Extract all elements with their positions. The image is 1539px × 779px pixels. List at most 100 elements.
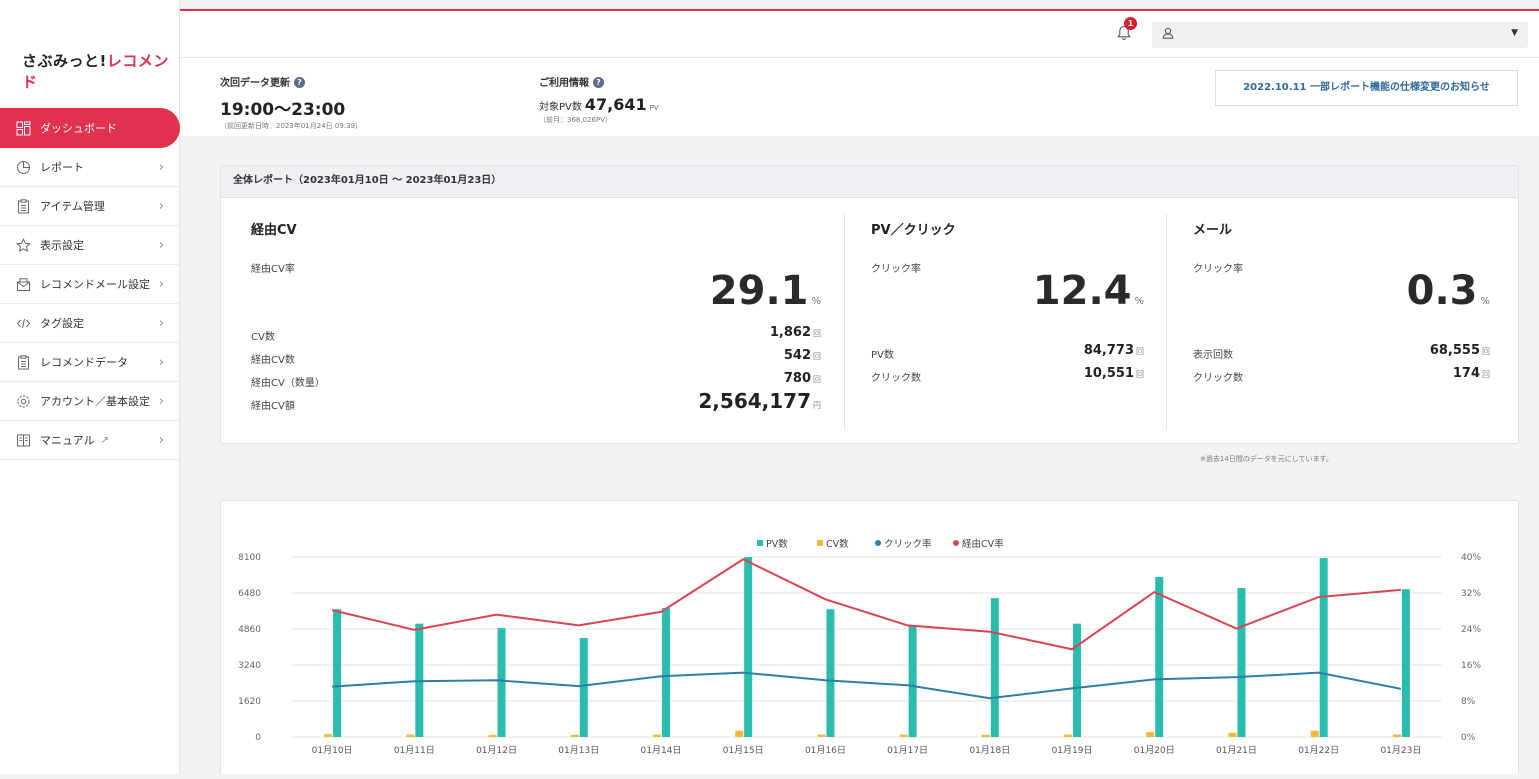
gear-icon xyxy=(14,393,32,409)
mail-rate-label: クリック率 xyxy=(1193,264,1243,275)
usage-value: 47,641 xyxy=(584,95,647,114)
pv-bar xyxy=(579,638,588,737)
pv-bar xyxy=(908,625,917,737)
cv-rate-value: 29.1% xyxy=(709,268,821,314)
clipboard-icon xyxy=(14,354,32,370)
x-tick-label: 01月17日 xyxy=(887,745,928,756)
sidebar-item-1[interactable]: レポート › xyxy=(0,148,180,187)
chevron-down-icon: ▼ xyxy=(1511,28,1518,38)
usage-pv: 対象PV数 47,641 PV xyxy=(539,95,659,114)
user-account-select[interactable]: ▼ xyxy=(1152,22,1528,48)
cv-bar xyxy=(899,734,908,737)
mail-column: メール クリック率 0.3% 表示回数 68,555 回クリック数 174 回 xyxy=(1163,198,1499,444)
pie-chart-icon xyxy=(14,159,32,175)
sidebar-item-label: アカウント／基本設定 xyxy=(40,395,150,408)
x-tick-label: 01月10日 xyxy=(312,745,353,756)
legend-label: 経由CV率 xyxy=(962,538,1004,550)
sidebar-item-8[interactable]: マニュアル ↗ › xyxy=(0,421,180,460)
cv-bar xyxy=(1228,732,1237,737)
mail-row-label: 表示回数 xyxy=(1193,350,1233,361)
last-update-note: （前回更新日時：2023年01月24日 09:39） xyxy=(220,122,363,130)
cv-row-value: 2,564,177 円 xyxy=(698,389,821,413)
top-header: 1 ▼ xyxy=(180,11,1539,58)
pv-bar xyxy=(826,609,835,737)
sidebar-item-7[interactable]: アカウント／基本設定 › xyxy=(0,382,180,421)
y-left-tick: 6480 xyxy=(238,589,261,599)
star-icon xyxy=(14,237,32,253)
mail-row-value: 68,555 回 xyxy=(1429,343,1490,358)
y-left-tick: 4860 xyxy=(238,625,261,635)
legend-label: CV数 xyxy=(826,538,849,550)
chevron-right-icon: › xyxy=(158,393,164,409)
cv-bar xyxy=(406,734,415,737)
cv-bar xyxy=(1310,730,1319,737)
clipboard-icon xyxy=(14,198,32,214)
sidebar-item-6[interactable]: レコメンドデータ › xyxy=(0,343,180,382)
help-icon[interactable]: ? xyxy=(294,77,305,88)
x-tick-label: 01月20日 xyxy=(1134,745,1175,756)
pv-rate-label: クリック率 xyxy=(871,264,921,275)
y-right-tick: 32% xyxy=(1461,589,1481,599)
mail-row-value: 174 回 xyxy=(1452,366,1490,381)
chevron-right-icon: › xyxy=(158,354,164,370)
daily-chart: 0 1620 3240 4860 6480 8100 0% 8% 16% 24% 32% 40% 01月… xyxy=(238,538,1481,756)
cv-bar xyxy=(1064,734,1073,737)
x-tick-label: 01月18日 xyxy=(969,745,1010,756)
cv-bar xyxy=(1392,734,1401,737)
code-icon xyxy=(14,315,32,331)
usage-previous-month: （前月：368,026PV） xyxy=(539,116,612,124)
x-tick-label: 01月12日 xyxy=(476,745,517,756)
sidebar-item-0[interactable]: ダッシュボード xyxy=(0,108,180,148)
cv-bar xyxy=(652,734,661,737)
next-update-value: 19:00～23:00 xyxy=(220,100,346,120)
cv-bar xyxy=(570,734,579,737)
x-tick-label: 01月19日 xyxy=(1052,745,1093,756)
legend-label: PV数 xyxy=(766,538,788,550)
sidebar-item-5[interactable]: タグ設定 › xyxy=(0,304,180,343)
x-tick-label: 01月21日 xyxy=(1216,745,1257,756)
next-update-block: 次回データ更新? 19:00～23:00 （前回更新日時：2023年01月24日… xyxy=(220,74,362,131)
y-right-tick: 0% xyxy=(1461,733,1476,743)
pv-bar xyxy=(661,608,670,737)
sidebar-item-label: レポート xyxy=(40,161,84,174)
daily-chart-card: 0 1620 3240 4860 6480 8100 0% 8% 16% 24% 32% 40% 01月… xyxy=(220,500,1519,774)
pv-bar xyxy=(497,628,506,737)
sidebar-item-label: マニュアル xyxy=(40,434,95,447)
sidebar-item-label: アイテム管理 xyxy=(40,200,105,213)
pv-column: PV／クリック クリック率 12.4% PV数 84,773 回クリック数 10,55… xyxy=(841,198,1166,444)
mail-title: メール xyxy=(1193,223,1233,238)
chevron-right-icon: › xyxy=(158,198,164,214)
mail-rate-value: 0.3% xyxy=(1406,268,1490,314)
notice-link[interactable]: 2022.10.11 一部レポート機能の仕様変更のお知らせ xyxy=(1215,70,1518,106)
pv-row-value: 10,551 回 xyxy=(1083,366,1144,381)
pv-bar xyxy=(333,609,342,737)
pv-bar xyxy=(1155,577,1164,737)
app-logo[interactable]: さぶみっと!レコメンド xyxy=(22,50,179,92)
pv-bar xyxy=(990,598,999,737)
report-title: 全体レポート（2023年01月10日 ～ 2023年01月23日） xyxy=(221,166,1518,198)
pv-bar xyxy=(744,557,753,737)
cv-bar xyxy=(981,734,990,737)
cv-bar xyxy=(1146,731,1155,737)
pv-row-value: 84,773 回 xyxy=(1083,343,1144,358)
sidebar-nav: ダッシュボード レポート › アイテム管理 › 表示設定 › レコメンドメール設定 › タグ設定 ›… xyxy=(0,108,180,460)
sidebar: さぶみっと!レコメンド ダッシュボード レポート › アイテム管理 › 表示設定 › レコメン… xyxy=(0,0,180,774)
user-icon xyxy=(1162,27,1174,42)
sidebar-item-label: タグ設定 xyxy=(40,317,84,330)
y-right-tick: 16% xyxy=(1461,661,1481,671)
legend-swatch xyxy=(953,540,959,546)
pv-bar xyxy=(1237,588,1246,737)
sidebar-item-3[interactable]: 表示設定 › xyxy=(0,226,180,265)
cv-rate-label: 経由CV率 xyxy=(251,264,295,275)
info-strip: 次回データ更新? 19:00～23:00 （前回更新日時：2023年01月24日… xyxy=(180,58,1539,136)
help-icon[interactable]: ? xyxy=(593,77,604,88)
cv-row-label: CV数 xyxy=(251,332,275,343)
sidebar-item-2[interactable]: アイテム管理 › xyxy=(0,187,180,226)
y-right-tick: 8% xyxy=(1461,697,1476,707)
overall-report-card: 全体レポート（2023年01月10日 ～ 2023年01月23日） 経由CV 経… xyxy=(220,165,1519,444)
cv-row-value: 780 回 xyxy=(783,371,821,386)
mail-icon xyxy=(14,276,32,292)
sidebar-item-4[interactable]: レコメンドメール設定 › xyxy=(0,265,180,304)
legend-swatch xyxy=(817,540,823,546)
x-tick-label: 01月14日 xyxy=(641,745,682,756)
